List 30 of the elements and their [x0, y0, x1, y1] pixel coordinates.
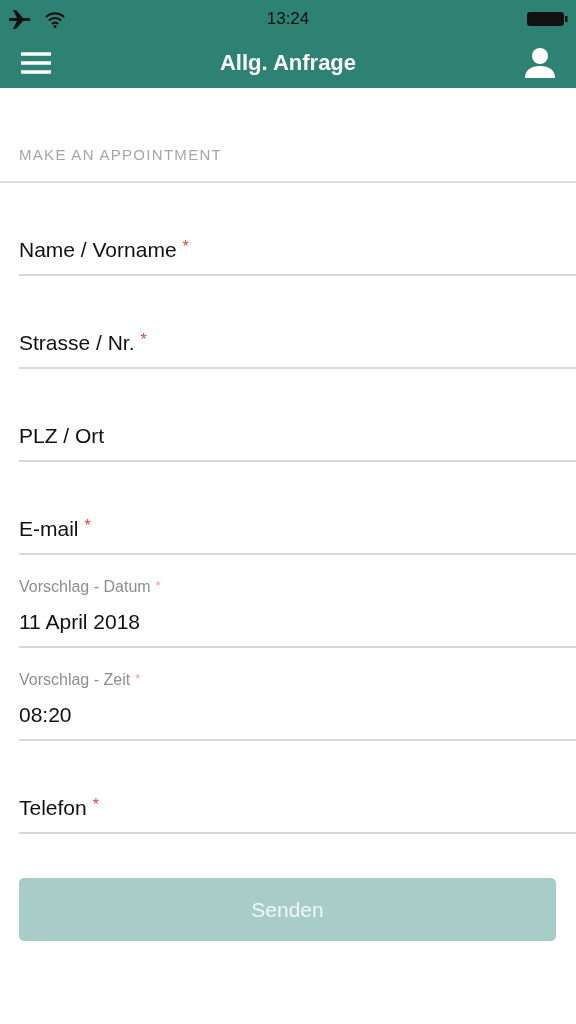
text-field[interactable]: PLZ / Ort: [19, 369, 576, 462]
menu-icon[interactable]: [20, 51, 52, 75]
field-label: Vorschlag - Datum: [19, 578, 151, 596]
field-placeholder: Telefon: [19, 796, 87, 820]
text-field[interactable]: Vorschlag - Zeit * 08:20: [19, 648, 576, 741]
required-mark: *: [135, 671, 141, 688]
text-field[interactable]: Telefon *: [19, 741, 576, 834]
battery-icon: [526, 10, 568, 28]
required-mark: *: [92, 796, 99, 814]
screen-title: Allg. Anfrage: [218, 50, 358, 76]
field-value: 08:20: [19, 703, 73, 727]
text-field[interactable]: Vorschlag - Datum * 11 April 2018: [19, 555, 576, 648]
text-field[interactable]: E-mail *: [19, 462, 576, 555]
field-placeholder: Name / Vorname: [19, 238, 177, 262]
section-title: MAKE AN APPOINTMENT: [19, 146, 223, 163]
field-placeholder: PLZ / Ort: [19, 424, 105, 448]
required-mark: *: [84, 517, 91, 535]
field-placeholder: Strasse / Nr.: [19, 331, 135, 355]
text-field[interactable]: Name / Vorname *: [19, 183, 576, 276]
field-placeholder: E-mail: [19, 517, 79, 541]
airplane-icon: [8, 9, 32, 29]
person-icon[interactable]: [524, 47, 556, 79]
status-time: 13:24: [266, 9, 310, 29]
text-field[interactable]: Strasse / Nr. *: [19, 276, 576, 369]
required-mark: *: [155, 578, 161, 595]
field-label: Vorschlag - Zeit: [19, 671, 131, 689]
field-value: 11 April 2018: [19, 610, 142, 634]
required-mark: *: [182, 238, 189, 256]
wifi-icon: [44, 10, 66, 28]
required-mark: *: [140, 331, 147, 349]
